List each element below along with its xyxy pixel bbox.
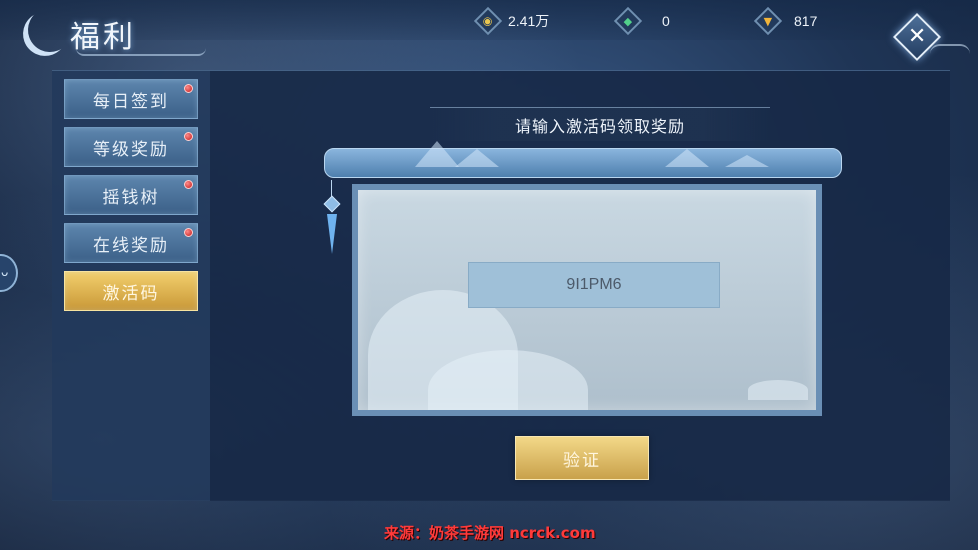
prompt-text: 请输入激活码领取奖励 <box>514 116 685 136</box>
sidebar-item-label: 激活码 <box>102 283 160 304</box>
sidebar-item-online-rewards[interactable]: 在线奖励 <box>64 223 198 263</box>
close-icon: ✕ <box>907 24 927 49</box>
verify-label: 验证 <box>563 450 601 471</box>
sidebar-item-daily-checkin[interactable]: 每日签到 <box>64 79 198 119</box>
jade-icon: ◆ <box>613 6 643 36</box>
chat-icon: ᴗ <box>1 265 9 279</box>
cloud-decoration <box>930 44 970 54</box>
mountain-decoration <box>455 149 499 167</box>
cloud-swirl-decoration <box>76 48 206 56</box>
mountain-decoration <box>725 155 769 167</box>
sidebar-item-label: 等级奖励 <box>93 139 169 160</box>
currency-value: 2.41万 <box>508 13 550 29</box>
ingot-icon: ▼ <box>753 6 783 36</box>
notification-dot <box>184 228 193 237</box>
sidebar-item-level-rewards[interactable]: 等级奖励 <box>64 127 198 167</box>
lotus-decoration <box>748 380 808 400</box>
currency-ingot[interactable]: ▼ 817 <box>753 6 818 36</box>
sidebar-item-activation-code[interactable]: 激活码 <box>64 271 198 311</box>
verify-button[interactable]: 验证 <box>515 436 649 480</box>
title-block: 福利 <box>20 4 206 56</box>
code-value: 9I1PM6 <box>566 276 622 293</box>
sidebar-item-label: 在线奖励 <box>93 235 169 256</box>
scroll-banner <box>324 141 842 178</box>
mountain-decoration <box>665 149 709 167</box>
sidebar: 每日签到 等级奖励 摇钱树 在线奖励 激活码 <box>52 71 210 501</box>
watermark: 来源：奶茶手游网 ncrck.com <box>384 524 596 542</box>
sidebar-item-money-tree[interactable]: 摇钱树 <box>64 175 198 215</box>
tassel-decoration <box>323 180 341 255</box>
mountain-decoration <box>415 141 459 167</box>
activation-code-input[interactable]: 9I1PM6 <box>468 262 720 308</box>
currency-value: 0 <box>662 13 670 29</box>
currency-jade[interactable]: ◆ 0 <box>613 6 670 36</box>
coin-icon: ◉ <box>473 6 503 36</box>
prompt-header: 请输入激活码领取奖励 <box>430 107 770 141</box>
currency-value: 817 <box>794 13 818 29</box>
sidebar-item-label: 每日签到 <box>93 91 169 112</box>
notification-dot <box>184 132 193 141</box>
currency-coin[interactable]: ◉ 2.41万 <box>473 6 550 36</box>
notification-dot <box>184 180 193 189</box>
sidebar-item-label: 摇钱树 <box>102 187 160 208</box>
notification-dot <box>184 84 193 93</box>
